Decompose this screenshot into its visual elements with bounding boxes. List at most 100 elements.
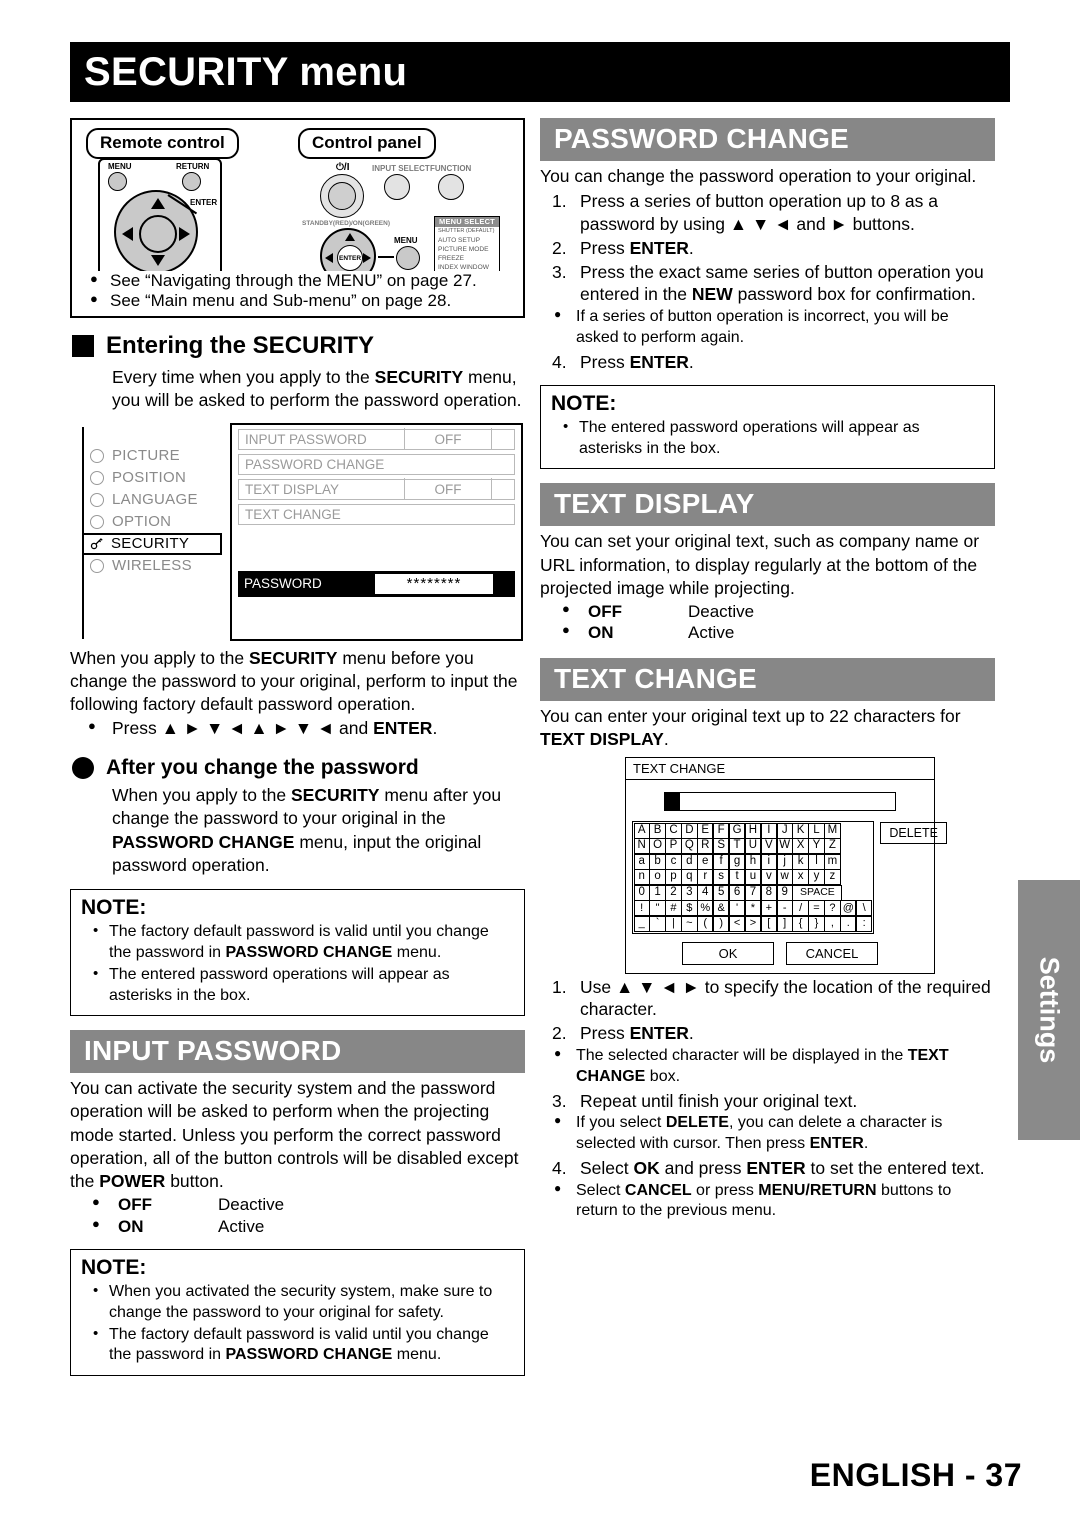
keyboard-key[interactable]: q (681, 869, 698, 886)
keyboard-key[interactable]: x (792, 869, 809, 886)
keyboard-key[interactable]: Z (824, 838, 841, 855)
keyboard-key[interactable]: R (697, 838, 714, 855)
keyboard-key[interactable]: E (697, 822, 714, 839)
text-change-input[interactable] (664, 792, 896, 812)
keyboard-key[interactable]: a (633, 853, 650, 870)
keyboard-key[interactable]: SPACE (792, 884, 843, 901)
keyboard-key[interactable]: P (665, 838, 682, 855)
keyboard-key[interactable]: ( (697, 915, 714, 932)
keyboard-key[interactable]: 1 (649, 884, 666, 901)
osd-sidebar-item-language[interactable]: LANGUAGE (84, 489, 242, 511)
keyboard-key[interactable]: J (776, 822, 793, 839)
ok-button[interactable]: OK (682, 941, 774, 965)
keyboard-key[interactable]: 3 (681, 884, 698, 901)
keyboard-key[interactable]: N (633, 838, 650, 855)
osd-sidebar-item-picture[interactable]: PICTURE (84, 445, 242, 467)
keyboard-key[interactable]: s (712, 869, 730, 886)
keyboard-key[interactable]: d (681, 853, 698, 870)
keyboard-key[interactable]: M (824, 822, 841, 839)
keyboard-key[interactable]: k (792, 853, 809, 870)
keyboard-key[interactable]: i (760, 853, 778, 870)
osd-password-prompt-row[interactable]: PASSWORD ******** (238, 570, 515, 597)
keyboard-key[interactable]: D (681, 822, 698, 839)
keyboard-key[interactable]: 5 (712, 884, 730, 901)
keyboard-key[interactable]: Q (681, 838, 698, 855)
keyboard-key[interactable]: \ (855, 900, 873, 917)
keyboard-key[interactable]: - (776, 900, 793, 917)
keyboard-key[interactable]: b (649, 853, 666, 870)
keyboard-key[interactable]: : (855, 915, 873, 932)
keyboard-key[interactable]: u (744, 869, 762, 886)
keyboard-key[interactable]: ` (649, 915, 666, 932)
keyboard-key[interactable]: < (728, 915, 746, 932)
keyboard-key[interactable]: | (665, 915, 682, 932)
keyboard-key[interactable]: G (728, 822, 746, 839)
keyboard-key[interactable]: " (649, 900, 666, 917)
osd-row-text-display[interactable]: TEXT DISPLAY OFF (238, 478, 515, 501)
keyboard-key[interactable]: t (728, 869, 746, 886)
keyboard-key[interactable]: 8 (760, 884, 778, 901)
keyboard-key[interactable]: = (808, 900, 825, 917)
keyboard-key[interactable]: # (665, 900, 682, 917)
keyboard-key[interactable]: ] (776, 915, 793, 932)
keyboard-key[interactable]: j (776, 853, 793, 870)
keyboard-key[interactable]: * (744, 900, 762, 917)
keyboard-key[interactable]: ~ (681, 915, 698, 932)
keyboard-key[interactable]: S (712, 838, 730, 855)
keyboard-key[interactable]: c (665, 853, 682, 870)
keyboard-key[interactable]: W (776, 838, 793, 855)
keyboard-key[interactable]: K (792, 822, 809, 839)
osd-sidebar-item-position[interactable]: POSITION (84, 467, 242, 489)
keyboard-key[interactable]: > (744, 915, 762, 932)
keyboard-key[interactable]: 9 (776, 884, 793, 901)
keyboard-key[interactable]: X (792, 838, 809, 855)
keyboard-key[interactable]: 6 (728, 884, 746, 901)
keyboard-key[interactable]: 4 (697, 884, 714, 901)
keyboard-key[interactable]: o (649, 869, 666, 886)
keyboard-key[interactable]: l (808, 853, 825, 870)
keyboard-key[interactable]: ' (728, 900, 746, 917)
keyboard-key[interactable]: A (633, 822, 650, 839)
cancel-button[interactable]: CANCEL (786, 941, 878, 965)
character-keyboard[interactable]: ABCDEFGHIJKLMNOPQRSTUVWXYZabcdefghijklmn… (632, 821, 875, 934)
keyboard-key[interactable]: T (728, 838, 746, 855)
keyboard-key[interactable]: ) (712, 915, 730, 932)
keyboard-key[interactable]: n (633, 869, 650, 886)
keyboard-key[interactable]: ? (824, 900, 841, 917)
keyboard-key[interactable]: { (792, 915, 809, 932)
keyboard-key[interactable]: f (712, 853, 730, 870)
keyboard-key[interactable]: m (824, 853, 841, 870)
keyboard-key[interactable]: g (728, 853, 746, 870)
keyboard-key[interactable]: % (697, 900, 714, 917)
osd-row-password-change[interactable]: PASSWORD CHANGE (238, 453, 515, 475)
keyboard-key[interactable]: 2 (665, 884, 682, 901)
keyboard-key[interactable]: z (824, 869, 841, 886)
keyboard-key[interactable]: L (808, 822, 825, 839)
delete-key[interactable]: DELETE (880, 822, 947, 845)
osd-row-input-password[interactable]: INPUT PASSWORD OFF (238, 428, 515, 451)
keyboard-key[interactable]: p (665, 869, 682, 886)
keyboard-key[interactable]: w (776, 869, 793, 886)
keyboard-key[interactable]: I (760, 822, 778, 839)
keyboard-key[interactable]: , (824, 915, 841, 932)
keyboard-key[interactable]: / (792, 900, 809, 917)
osd-sidebar-item-wireless[interactable]: WIRELESS (84, 555, 242, 577)
keyboard-key[interactable]: } (808, 915, 825, 932)
keyboard-key[interactable]: B (649, 822, 666, 839)
osd-sidebar-item-option[interactable]: OPTION (84, 511, 242, 533)
keyboard-key[interactable]: 7 (744, 884, 762, 901)
keyboard-key[interactable]: H (744, 822, 762, 839)
keyboard-key[interactable]: h (744, 853, 762, 870)
keyboard-key[interactable]: V (760, 838, 778, 855)
keyboard-key[interactable]: e (697, 853, 714, 870)
keyboard-key[interactable]: $ (681, 900, 698, 917)
keyboard-key[interactable]: U (744, 838, 762, 855)
osd-row-text-change[interactable]: TEXT CHANGE (238, 503, 515, 525)
keyboard-key[interactable]: O (649, 838, 666, 855)
keyboard-key[interactable]: [ (760, 915, 778, 932)
keyboard-key[interactable]: v (760, 869, 778, 886)
keyboard-key[interactable]: @ (840, 900, 857, 917)
keyboard-key[interactable]: Y (808, 838, 825, 855)
keyboard-key[interactable]: 0 (633, 884, 650, 901)
keyboard-key[interactable]: ! (633, 900, 650, 917)
